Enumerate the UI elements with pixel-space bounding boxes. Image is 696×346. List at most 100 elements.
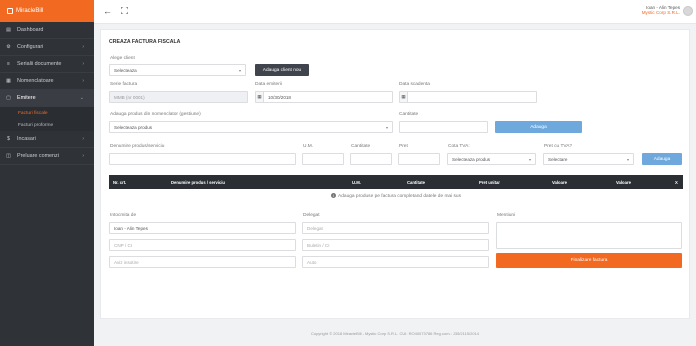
- issued-by-label: Intocmita de: [110, 213, 137, 218]
- sidebar-item-nomenclatoare[interactable]: ▦ Nomenclatoare ›: [0, 73, 94, 90]
- um-label: U.M.: [303, 144, 314, 149]
- id-card-input[interactable]: Buletin / CI: [302, 239, 489, 251]
- back-arrow-icon[interactable]: ←: [103, 7, 112, 16]
- book-icon: ▦: [6, 77, 11, 84]
- aviz-input[interactable]: Aviz insotire: [109, 256, 296, 268]
- col-unit-price: Pret unitar: [479, 180, 500, 185]
- client-label: Alege client: [110, 56, 135, 61]
- money-icon: $: [7, 135, 10, 142]
- serie-label: Serie factura: [110, 82, 138, 87]
- col-um: U.M.: [352, 180, 361, 185]
- date-value: 10/30/2018: [268, 94, 291, 100]
- add-nomenclator-button[interactable]: Adauga: [495, 121, 582, 133]
- auto-placeholder: Auto: [307, 259, 317, 265]
- sidebar-item-preluare-comenzi[interactable]: ◫ Preluare comenzi ›: [0, 148, 94, 165]
- product-name-label: Denumire produs/serviciu: [110, 144, 165, 149]
- empty-message-text: Adauga produse pe factura completand dat…: [338, 194, 461, 199]
- id-card-placeholder: Buletin / CI: [307, 242, 330, 248]
- sidebar-item-label: Preluare comenzi: [17, 153, 59, 159]
- due-date-label: Data scadenta: [399, 82, 430, 87]
- sidebar-item-configurari[interactable]: ⚙ Configurari ›: [0, 39, 94, 56]
- invoice-form-card: CREAZA FACTURA FISCALA Alege client Sele…: [100, 29, 690, 319]
- sidebar-subitem-label: Facturi proforme: [18, 122, 54, 128]
- notes-label: Mentiuni: [497, 213, 516, 218]
- serie-field[interactable]: MMB (nr 0001): [109, 91, 248, 103]
- sidebar-item-emitere[interactable]: ▢ Emitere ⌄: [0, 90, 94, 107]
- date-field[interactable]: ▦ 10/30/2018: [255, 91, 393, 103]
- col-value-2: Valoare: [616, 180, 631, 185]
- caret-down-icon: ▾: [528, 157, 531, 162]
- notes-textarea[interactable]: [496, 222, 682, 249]
- topbar: ← Ioan - Alin Tepes Mystic Corp S.R.L.: [94, 0, 696, 24]
- brand-bar[interactable]: MiracleBill: [0, 0, 94, 22]
- finalize-invoice-button[interactable]: Finalizare factura: [496, 253, 682, 268]
- col-qty: Cantitate: [407, 180, 425, 185]
- delegate-input[interactable]: Delegat: [302, 222, 489, 234]
- price-with-vat-value: Selectare: [548, 156, 568, 162]
- fullscreen-icon[interactable]: [121, 7, 128, 14]
- client-select[interactable]: Selecteaza ▾: [109, 64, 246, 76]
- list-icon: ≡: [7, 60, 10, 67]
- footer-copyright: Copyright © 2018 MiracleBill - Mystic Co…: [310, 331, 480, 336]
- caret-down-icon: ▾: [385, 125, 388, 130]
- user-info[interactable]: Ioan - Alin Tepes Mystic Corp S.R.L.: [642, 5, 680, 15]
- dashboard-icon: ▤: [6, 26, 11, 33]
- cnp-placeholder: CNP / CI: [114, 242, 133, 248]
- calendar-icon: ▦: [400, 92, 408, 102]
- due-date-field[interactable]: ▦: [399, 91, 537, 103]
- sidebar-item-dashboard[interactable]: ▤ Dashboard: [0, 22, 94, 39]
- chevron-down-icon: ⌄: [79, 95, 84, 101]
- chevron-right-icon: ›: [82, 61, 84, 67]
- sidebar-item-incasari[interactable]: $ Incasari ›: [0, 131, 94, 148]
- um-input[interactable]: [302, 153, 344, 165]
- sidebar-item-serialii[interactable]: ≡ Serialii documente ›: [0, 56, 94, 73]
- delegate-placeholder: Delegat: [307, 225, 323, 231]
- add-client-button[interactable]: Adauga client nou: [255, 64, 309, 76]
- quantity-label: Cantitate: [399, 112, 419, 117]
- cart-icon: ◫: [6, 152, 11, 159]
- chevron-right-icon: ›: [82, 78, 84, 84]
- sidebar-item-label: Serialii documente: [17, 61, 62, 67]
- price-input[interactable]: [398, 153, 440, 165]
- date-label: Data emiterii: [255, 82, 282, 87]
- quantity2-label: Cantitate: [351, 144, 371, 149]
- vat-select[interactable]: Selecteaza produs ▾: [447, 153, 536, 165]
- avatar[interactable]: [683, 6, 693, 16]
- col-nr: Nr. crt.: [113, 180, 127, 185]
- quantity2-input[interactable]: [350, 153, 392, 165]
- quantity-input[interactable]: [399, 121, 488, 133]
- client-select-value: Selecteaza: [114, 67, 137, 73]
- price-label: Pret: [399, 144, 408, 149]
- sidebar-item-label: Incasari: [17, 136, 36, 142]
- nomenclator-label: Adauga produs din nomenclator (gestiune): [110, 112, 201, 117]
- brand-logo-icon: [7, 8, 13, 14]
- gear-icon: ⚙: [6, 43, 11, 50]
- user-company: Mystic Corp S.R.L.: [641, 10, 680, 15]
- sidebar-subitem-label: Facturi fiscale: [18, 110, 48, 116]
- price-with-vat-select[interactable]: Selectare ▾: [543, 153, 634, 165]
- sidebar-item-label: Nomenclatoare: [17, 78, 54, 84]
- issued-by-input[interactable]: Ioan - Alin Tepes: [109, 222, 296, 234]
- sidebar-subitem-facturi-fiscale[interactable]: Facturi fiscale: [0, 107, 94, 119]
- sidebar-subitem-facturi-proforme[interactable]: Facturi proforme: [0, 119, 94, 131]
- caret-down-icon: ▾: [238, 68, 241, 73]
- chevron-right-icon: ›: [82, 153, 84, 159]
- products-table-header: Nr. crt. Denumire produs / serviciu U.M.…: [109, 175, 683, 189]
- sidebar-item-label: Emitere: [17, 95, 36, 101]
- sidebar: MiracleBill ▤ Dashboard ⚙ Configurari › …: [0, 0, 94, 346]
- chevron-right-icon: ›: [82, 44, 84, 50]
- nomenclator-select[interactable]: Selecteaza produs ▾: [109, 121, 393, 133]
- issued-by-value: Ioan - Alin Tepes: [114, 225, 148, 231]
- col-delete: X: [675, 180, 678, 185]
- chevron-right-icon: ›: [82, 136, 84, 142]
- price-with-vat-label: Pret cu TVA?: [544, 144, 573, 149]
- file-icon: ▢: [6, 94, 11, 101]
- product-name-input[interactable]: [109, 153, 296, 165]
- add-product-button[interactable]: Adauga: [642, 153, 682, 165]
- empty-table-message: i Adauga produse pe factura completand da…: [109, 190, 683, 203]
- cnp-input[interactable]: CNP / CI: [109, 239, 296, 251]
- col-value: Valoare: [552, 180, 567, 185]
- nomenclator-select-value: Selecteaza produs: [114, 124, 153, 130]
- auto-input[interactable]: Auto: [302, 256, 489, 268]
- sidebar-item-label: Configurari: [17, 44, 44, 50]
